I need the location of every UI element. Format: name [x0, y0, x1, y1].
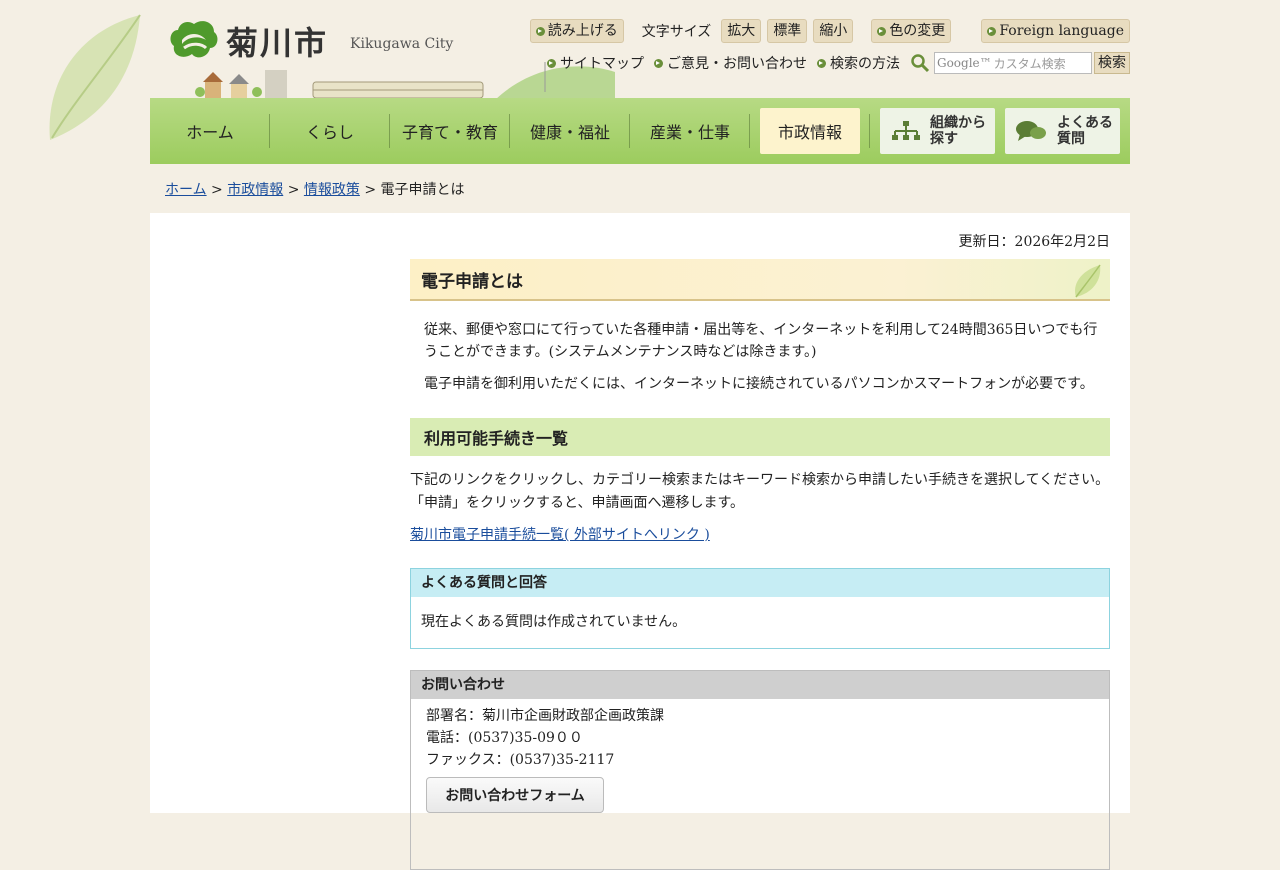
nav-item-home[interactable]: ホーム [150, 108, 270, 154]
nav-divider [869, 114, 870, 148]
faq-label-2: 質問 [1057, 131, 1085, 147]
search-placeholder: カスタム検索 [993, 56, 1066, 71]
decorative-leaf-image [49, 14, 141, 140]
page-title: 電子申請とは [410, 259, 1110, 301]
intro-paragraph-2: 電子申請を御利用いただくには、インターネットに接続されているパソコンかスマートフ… [424, 376, 1094, 392]
faq-box: よくある質問と回答 現在よくある質問は作成されていません。 [410, 568, 1110, 649]
arrow-bullet-icon [547, 58, 556, 68]
nav-item-industry-work[interactable]: 産業・仕事 [630, 108, 750, 154]
read-aloud-button[interactable]: 読み上げる [529, 19, 624, 43]
breadcrumb-home-link[interactable]: ホーム [165, 182, 207, 198]
main-content: 更新日：2026年2月2日 電子申請とは 従来、郵便や窓口にて行っていた各種申請… [410, 213, 1110, 870]
nav-item-living[interactable]: くらし [270, 108, 390, 154]
breadcrumb-city-admin-link[interactable]: 市政情報 [227, 182, 283, 198]
global-navigation: ホーム くらし 子育て・教育 健康・福祉 産業・仕事 市政情報 組織から探す [150, 98, 1130, 164]
section-heading: 利用可能手続き一覧 [410, 418, 1110, 456]
section-text-2: 「申請」をクリックすると、申請画面へ遷移します。 [410, 495, 745, 511]
breadcrumb-current: 電子申請とは [380, 182, 465, 198]
speech-bubbles-icon [1016, 121, 1046, 141]
city-name: 菊川市 [226, 24, 329, 62]
search-button[interactable]: 検索 [1094, 52, 1130, 74]
faq-box-body: 現在よくある質問は作成されていません。 [421, 614, 687, 630]
nav-item-health-welfare[interactable]: 健康・福祉 [510, 108, 630, 154]
font-standard-button[interactable]: 標準 [767, 19, 808, 43]
faq-label-1: よくある [1057, 115, 1113, 131]
faq-button[interactable]: よくある 質問 [1005, 108, 1120, 154]
leaf-decoration-icon [1075, 264, 1101, 298]
section-instructions: 下記のリンクをクリックし、カテゴリー検索またはキーワード検索から申請したい手続き… [410, 469, 1110, 515]
contact-box: お問い合わせ 部署名：菊川市企画財政部企画政策課 電話：(0537)35-09０… [410, 670, 1110, 870]
org-search-label-1: 組織から [930, 115, 986, 131]
color-change-button[interactable]: 色の変更 [871, 19, 952, 43]
arrow-bullet-icon [535, 26, 545, 36]
breadcrumb-separator: > [364, 182, 377, 198]
sitemap-link[interactable]: サイトマップ [547, 53, 644, 73]
site-logo[interactable]: 菊川市 Kikugawa City [168, 18, 453, 64]
org-chart-icon [892, 121, 920, 140]
city-emblem-icon [170, 21, 218, 58]
contact-fax: ファックス：(0537)35-2117 [426, 752, 615, 768]
city-name-en: Kikugawa City [350, 36, 454, 52]
breadcrumb-separator: > [211, 182, 223, 198]
accessibility-toolbar: 読み上げる 文字サイズ 拡大 標準 縮小 色の変更 Foreign langua… [529, 19, 1130, 43]
external-procedures-link[interactable]: 菊川市電子申請手続一覧( 外部サイトへリンク ) [410, 524, 1110, 544]
font-size-label: 文字サイズ [641, 24, 712, 40]
intro-paragraph-1: 従来、郵便や窓口にて行っていた各種申請・届出等を、インターネットを利用して24時… [424, 322, 1098, 360]
utility-toolbar: サイトマップ ご意見・お問い合わせ 検索の方法 Google™ カスタム検索 検… [547, 52, 1130, 74]
breadcrumb-info-policy-link[interactable]: 情報政策 [304, 182, 360, 198]
contact-box-title: お問い合わせ [411, 671, 1109, 699]
arrow-bullet-icon [877, 26, 887, 36]
arrow-bullet-icon [817, 58, 826, 68]
nav-divider [749, 114, 750, 148]
section-text-1: 下記のリンクをクリックし、カテゴリー検索またはキーワード検索から申請したい手続き… [410, 472, 1110, 488]
google-logo: Google™ [937, 56, 992, 70]
font-smaller-button[interactable]: 縮小 [813, 19, 854, 43]
org-search-button[interactable]: 組織から 探す [880, 108, 995, 154]
foreign-language-button[interactable]: Foreign language [981, 19, 1130, 43]
arrow-bullet-icon [654, 58, 663, 68]
arrow-bullet-icon [987, 26, 997, 36]
content-panel: 更新日：2026年2月2日 電子申請とは 従来、郵便や窓口にて行っていた各種申請… [150, 213, 1130, 870]
font-larger-button[interactable]: 拡大 [721, 19, 762, 43]
faq-box-title: よくある質問と回答 [411, 569, 1109, 597]
contact-phone: 電話：(0537)35-09００ [426, 730, 583, 746]
nav-item-childcare-education[interactable]: 子育て・教育 [390, 108, 510, 154]
search-icon [911, 54, 930, 73]
contact-form-button[interactable]: お問い合わせフォーム [426, 777, 604, 813]
search-method-link[interactable]: 検索の方法 [817, 53, 900, 73]
contact-feedback-link[interactable]: ご意見・お問い合わせ [654, 53, 807, 73]
org-search-label-2: 探す [930, 131, 958, 147]
breadcrumb: ホーム > 市政情報 > 情報政策 > 電子申請とは [165, 179, 465, 199]
updated-date: 更新日：2026年2月2日 [958, 234, 1110, 250]
breadcrumb-separator: > [287, 182, 300, 198]
search-input[interactable]: Google™ カスタム検索 [934, 52, 1092, 74]
contact-department: 部署名：菊川市企画財政部企画政策課 [426, 708, 664, 724]
nav-item-city-administration[interactable]: 市政情報 [760, 108, 860, 154]
